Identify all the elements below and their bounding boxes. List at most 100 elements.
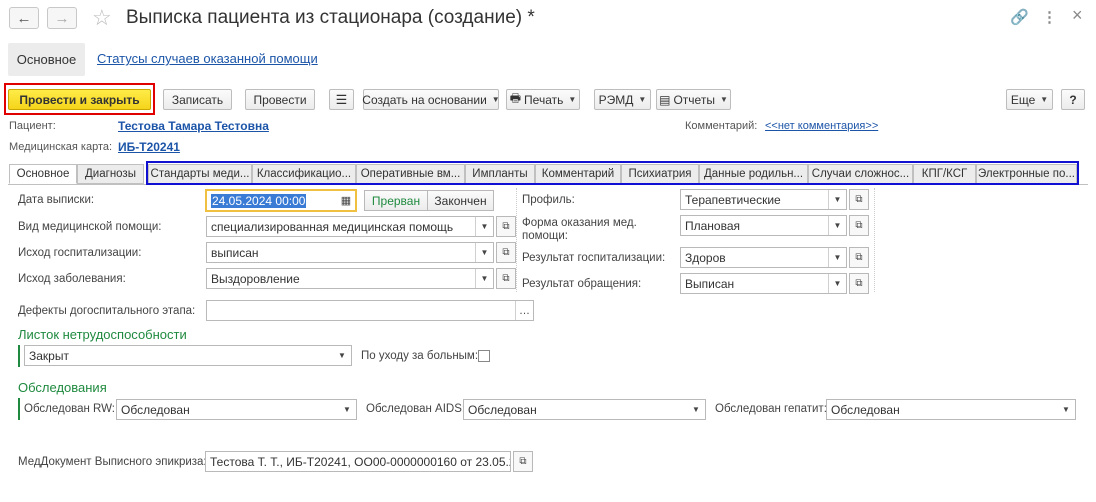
chevron-down-icon[interactable]: ▼	[828, 216, 846, 235]
exams-section-title: Обследования	[18, 380, 107, 395]
chevron-down-icon[interactable]: ▼	[475, 243, 493, 262]
open-disease-outcome-button[interactable]: ⧉	[496, 268, 516, 289]
chevron-down-icon: ▼	[491, 95, 500, 104]
hosp-result-select[interactable]: Здоров ▼	[680, 247, 847, 268]
medical-card-link[interactable]: ИБ-Т20241	[118, 140, 180, 154]
hosp-result-label: Результат госпитализации:	[522, 252, 666, 264]
arrow-left-icon: ←	[16, 9, 32, 27]
disease-outcome-select[interactable]: Выздоровление ▼	[206, 268, 494, 289]
rw-select[interactable]: Обследован ▼	[116, 399, 357, 420]
open-window-icon: ⧉	[502, 247, 510, 258]
favorite-star-icon[interactable]: ☆	[92, 5, 112, 31]
select-ellipsis-icon[interactable]: …	[515, 301, 533, 320]
discharge-date-input[interactable]: 24.05.2024 00:00 ▦	[205, 189, 357, 212]
discharge-date-label: Дата выписки:	[18, 194, 95, 206]
interrupted-toggle[interactable]: Прерван	[364, 190, 428, 211]
open-window-icon: ⧉	[855, 194, 863, 205]
medical-card-label: Медицинская карта:	[9, 141, 113, 153]
disease-outcome-label: Исход заболевания:	[18, 273, 126, 285]
defects-input[interactable]: …	[206, 300, 534, 321]
chevron-down-icon[interactable]: ▼	[333, 346, 351, 365]
aids-label: Обследован AIDS:	[366, 403, 466, 415]
epicrisis-field[interactable]: Тестова Т. Т., ИБ-Т20241, ОО00-000000016…	[205, 451, 511, 472]
profile-label: Профиль:	[522, 194, 575, 206]
sick-leave-status-select[interactable]: Закрыт ▼	[24, 345, 352, 366]
chevron-down-icon: ▼	[719, 95, 728, 104]
remd-button[interactable]: РЭМД ▼	[594, 89, 651, 110]
open-profile-button[interactable]: ⧉	[849, 189, 869, 210]
patient-link[interactable]: Тестова Тамара Тестовна	[118, 119, 269, 133]
column-divider	[874, 188, 875, 292]
close-icon[interactable]: ×	[1072, 5, 1083, 26]
chevron-down-icon[interactable]: ▼	[687, 400, 705, 419]
comment-label: Комментарий:	[685, 120, 758, 132]
forward-button[interactable]: →	[47, 7, 77, 29]
open-window-icon: ⧉	[519, 456, 527, 467]
tab-main[interactable]: Основное	[8, 43, 85, 76]
defects-label: Дефекты догоспитального этапа:	[18, 305, 196, 317]
patient-label: Пациент:	[9, 120, 56, 132]
back-button[interactable]: ←	[9, 7, 39, 29]
printer-icon: 🖶	[509, 91, 522, 105]
help-button[interactable]: ?	[1061, 89, 1085, 110]
open-care-form-button[interactable]: ⧉	[849, 215, 869, 236]
open-care-type-button[interactable]: ⧉	[496, 216, 516, 237]
care-for-sick-label: По уходу за больным:	[361, 350, 479, 362]
chevron-down-icon[interactable]: ▼	[828, 248, 846, 267]
form-tab[interactable]: Диагнозы	[77, 164, 144, 184]
finished-toggle[interactable]: Закончен	[427, 190, 494, 211]
print-button[interactable]: 🖶 Печать ▼	[506, 89, 580, 110]
chevron-down-icon: ▼	[638, 95, 647, 104]
visit-result-select[interactable]: Выписан ▼	[680, 273, 847, 294]
chevron-down-icon[interactable]: ▼	[828, 190, 846, 209]
more-button[interactable]: Еще ▼	[1006, 89, 1053, 110]
chevron-down-icon[interactable]: ▼	[475, 269, 493, 288]
care-type-select[interactable]: специализированная медицинская помощь ▼	[206, 216, 494, 237]
hosp-outcome-label: Исход госпитализации:	[18, 247, 142, 259]
link-icon[interactable]: 🔗	[1010, 8, 1029, 26]
hosp-outcome-select[interactable]: выписан ▼	[206, 242, 494, 263]
page-title: Выписка пациента из стационара (создание…	[126, 7, 535, 28]
open-window-icon: ⧉	[502, 273, 510, 284]
care-form-select[interactable]: Плановая ▼	[680, 215, 847, 236]
post-button[interactable]: Провести	[245, 89, 315, 110]
rw-label: Обследован RW:	[24, 403, 115, 415]
reports-button[interactable]: ▤ Отчеты ▼	[656, 89, 731, 110]
section-bar	[18, 398, 20, 420]
open-hosp-outcome-button[interactable]: ⧉	[496, 242, 516, 263]
document-list-button[interactable]: ☰	[329, 89, 354, 110]
save-button[interactable]: Записать	[163, 89, 232, 110]
chevron-down-icon[interactable]: ▼	[1057, 400, 1075, 419]
care-type-label: Вид медицинской помощи:	[18, 221, 162, 233]
hepatitis-select[interactable]: Обследован ▼	[826, 399, 1076, 420]
profile-select[interactable]: Терапевтические ▼	[680, 189, 847, 210]
open-window-icon: ⧉	[855, 220, 863, 231]
chevron-down-icon: ▼	[568, 95, 577, 104]
chevron-down-icon[interactable]: ▼	[828, 274, 846, 293]
care-for-sick-checkbox[interactable]	[478, 350, 490, 362]
create-based-on-button[interactable]: Создать на основании ▼	[362, 89, 500, 110]
open-epicrisis-button[interactable]: ⧉	[513, 451, 533, 472]
more-menu-icon[interactable]: ⋮	[1042, 8, 1057, 26]
comment-link[interactable]: <<нет комментария>>	[765, 120, 878, 132]
post-and-close-button[interactable]: Провести и закрыть	[8, 89, 151, 110]
highlight-frame-blue	[146, 161, 1079, 185]
chevron-down-icon[interactable]: ▼	[338, 400, 356, 419]
open-visit-result-button[interactable]: ⧉	[849, 273, 869, 294]
visit-result-label: Результат обращения:	[522, 278, 642, 290]
form-tab[interactable]: Основное	[9, 164, 77, 184]
open-window-icon: ⧉	[855, 278, 863, 289]
care-form-label: Форма оказания мед. помощи:	[522, 217, 637, 242]
calendar-icon[interactable]: ▦	[337, 191, 355, 210]
open-window-icon: ⧉	[502, 221, 510, 232]
hepatitis-label: Обследован гепатит:	[715, 403, 827, 415]
aids-select[interactable]: Обследован ▼	[463, 399, 706, 420]
chevron-down-icon[interactable]: ▼	[475, 217, 493, 236]
open-hosp-result-button[interactable]: ⧉	[849, 247, 869, 268]
chevron-down-icon: ▼	[1040, 95, 1049, 104]
report-icon: ▤	[659, 92, 671, 107]
epicrisis-label: МедДокумент Выписного эпикриза:	[18, 456, 207, 468]
tab-statuses-link[interactable]: Статусы случаев оказанной помощи	[97, 51, 318, 66]
section-bar	[18, 345, 20, 367]
arrow-right-icon: →	[54, 9, 70, 27]
